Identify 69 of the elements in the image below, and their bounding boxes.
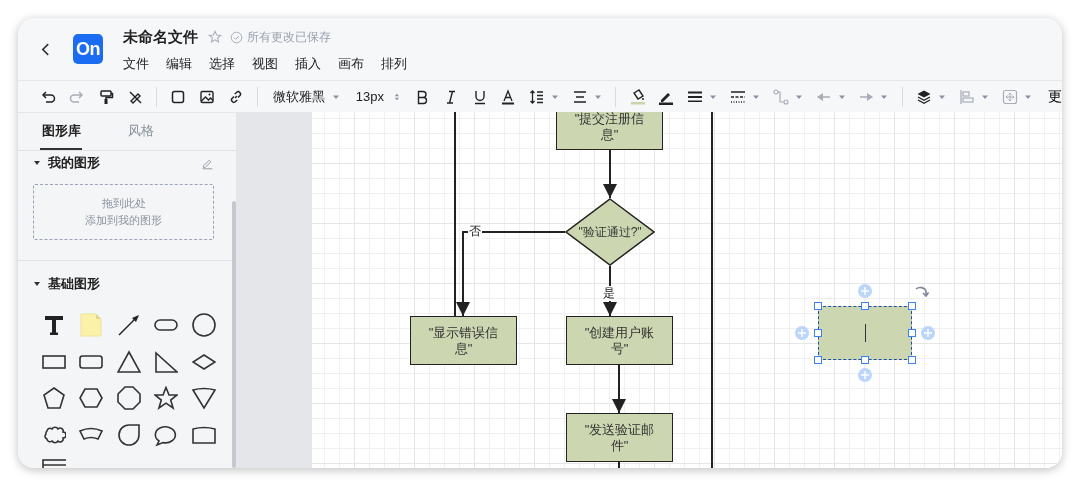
line-height-icon: [529, 88, 546, 105]
funnel-triangle-icon[interactable]: [191, 386, 216, 411]
font-color-icon: [500, 88, 517, 105]
node-label: "验证通过?": [578, 223, 642, 241]
menu-item[interactable]: 排列: [381, 54, 407, 73]
connector-icon: [772, 88, 789, 105]
drop-hint: 拖到此处: [101, 196, 146, 211]
star-icon[interactable]: [154, 386, 179, 411]
resize-handle[interactable]: [814, 302, 822, 310]
process-node[interactable]: "创建用户账号": [566, 316, 673, 365]
layers-icon: [916, 88, 933, 105]
resize-handle[interactable]: [908, 356, 916, 364]
collapse-triangle-icon[interactable]: [33, 159, 41, 167]
font-dropdown[interactable]: 微软雅黑: [265, 83, 348, 110]
grid-canvas[interactable]: "提交注册信息" "验证通过?" "显示错误信息" "创建用户账号" "发送验证邮件" 否 是: [312, 112, 1062, 468]
dashed-lines-icon: [730, 88, 747, 105]
check-circle-icon: [230, 30, 243, 44]
scrollbar[interactable]: [232, 201, 236, 468]
process-node[interactable]: "发送验证邮件": [566, 413, 673, 462]
process-node[interactable]: [818, 306, 912, 360]
menu-item[interactable]: 画布: [338, 54, 364, 73]
right-triangle-icon[interactable]: [154, 349, 179, 374]
process-node[interactable]: "显示错误信息": [410, 316, 517, 365]
menu-item[interactable]: 选择: [209, 54, 235, 73]
resize-handle[interactable]: [861, 356, 869, 364]
section-title: 基础图形: [48, 275, 100, 293]
star-icon[interactable]: [208, 30, 222, 44]
section-title: 我的图形: [48, 154, 100, 172]
document-title[interactable]: 未命名文件: [123, 27, 198, 47]
font-size-field[interactable]: 13px: [347, 83, 408, 110]
triangle-icon[interactable]: [116, 349, 141, 374]
menu-item[interactable]: 视图: [252, 54, 278, 73]
back-icon[interactable]: [41, 41, 50, 57]
square-icon: [170, 88, 187, 105]
menu-item[interactable]: 插入: [295, 54, 321, 73]
edge-label: 否: [468, 224, 482, 239]
circle-icon[interactable]: [191, 313, 216, 338]
connector-arrow: [612, 364, 626, 414]
paint-roller-icon: [97, 88, 114, 105]
decision-node[interactable]: [565, 198, 655, 266]
menu-item[interactable]: 文件: [123, 54, 149, 73]
resize-handle[interactable]: [814, 356, 822, 364]
save-status: 所有更改已保存: [247, 28, 331, 46]
paint-bucket-icon: [629, 88, 646, 105]
menu-item[interactable]: 编辑: [166, 54, 192, 73]
align-left-icon: [958, 88, 975, 105]
redo-icon: [69, 88, 86, 105]
undo-icon: [40, 88, 57, 105]
hexagon-icon[interactable]: [79, 386, 104, 411]
connector-line: [618, 461, 620, 468]
resize-handle[interactable]: [814, 329, 822, 337]
resize-handle[interactable]: [908, 329, 916, 337]
connector-arrow: [603, 149, 617, 199]
process-node[interactable]: "提交注册信息": [556, 112, 663, 150]
arrow-icon[interactable]: [116, 313, 141, 338]
sidebar-tab[interactable]: 图形库: [40, 113, 82, 150]
drop-hint: 添加到我的图形: [85, 213, 162, 228]
pentagon-icon[interactable]: [41, 386, 66, 411]
app-logo: On: [73, 34, 103, 64]
move-icon: [1001, 88, 1018, 105]
resize-handle[interactable]: [908, 302, 916, 310]
align-icon: [572, 88, 589, 105]
resize-handle[interactable]: [861, 302, 869, 310]
teardrop-icon[interactable]: [116, 422, 141, 447]
collapse-triangle-icon[interactable]: [33, 280, 41, 288]
edge-label: 是: [602, 286, 616, 301]
image-icon: [199, 88, 216, 105]
more-button[interactable]: 更: [1038, 87, 1062, 106]
octagon-icon[interactable]: [116, 386, 141, 411]
